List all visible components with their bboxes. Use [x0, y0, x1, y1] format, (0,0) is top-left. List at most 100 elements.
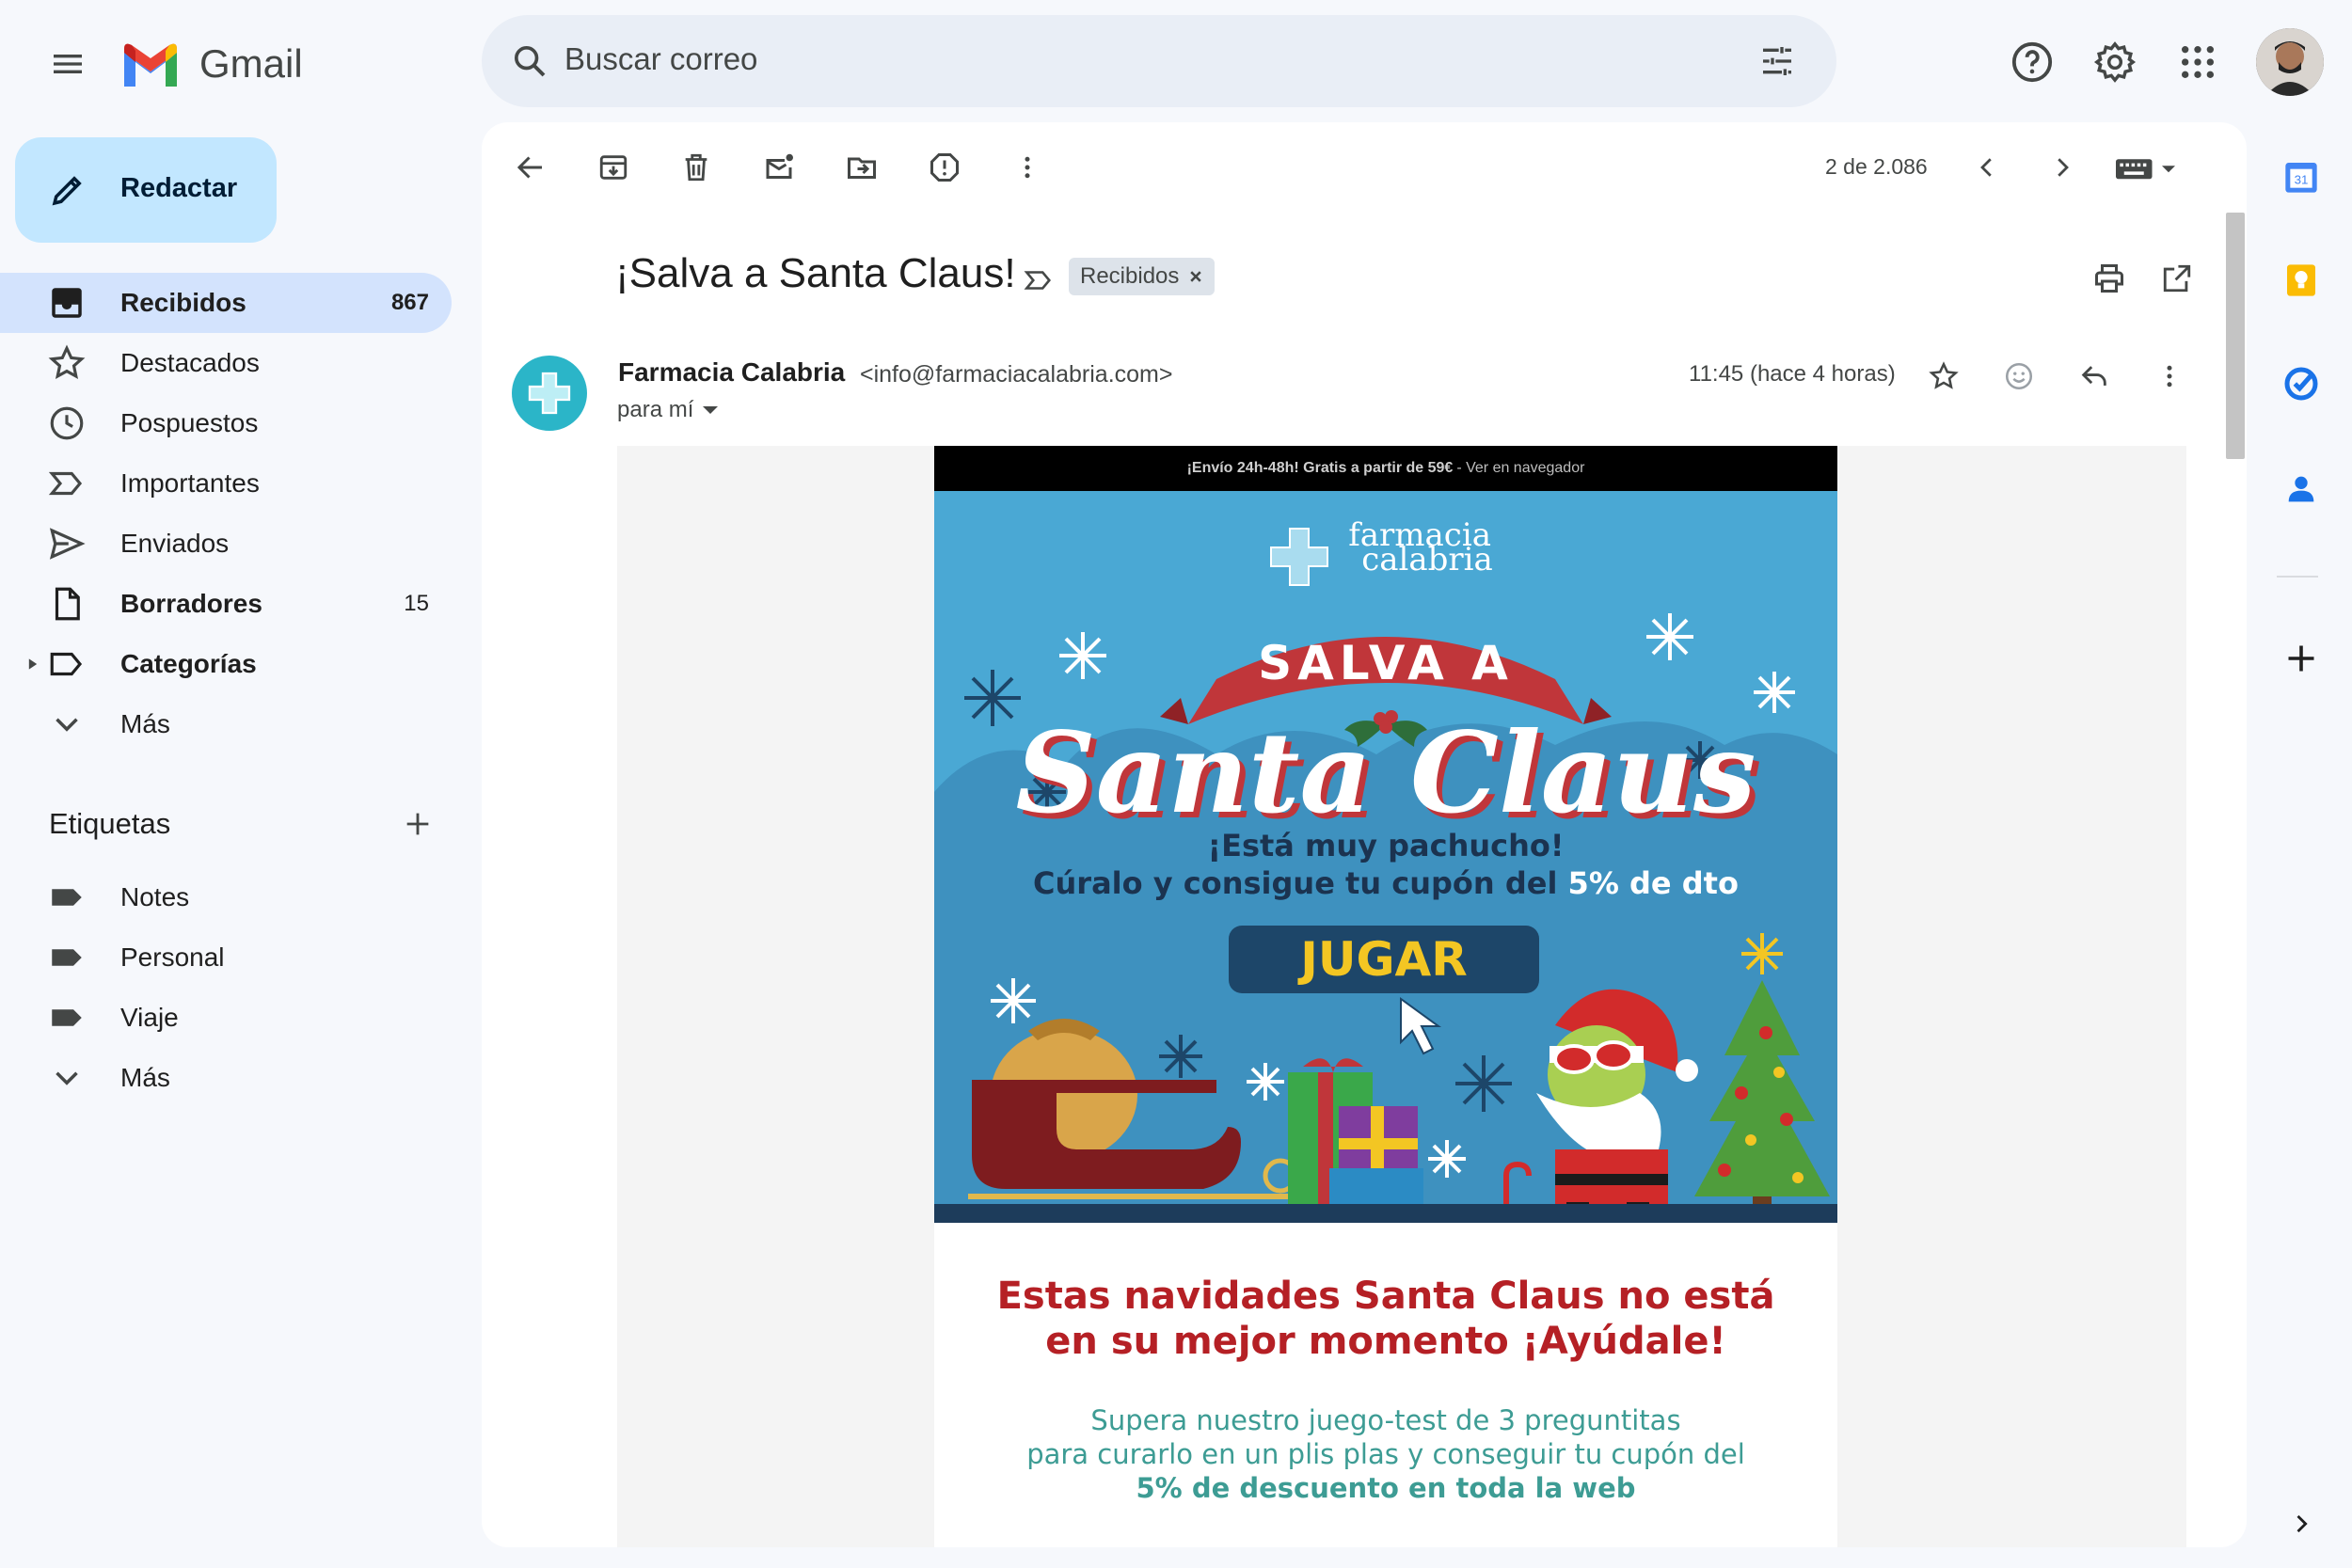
label-icon: [50, 652, 83, 676]
side-panel-divider: [2277, 576, 2318, 578]
message-scrollbar[interactable]: [2226, 213, 2245, 459]
plus-icon: [406, 813, 429, 835]
archive-button[interactable]: [589, 143, 638, 192]
email-heading-line-2: en su mejor momento ¡Ayúdale!: [1045, 1320, 1726, 1363]
tasks-app-button[interactable]: [2279, 361, 2324, 406]
back-arrow-icon: [516, 156, 542, 179]
sender-email: <info@farmaciacalabria.com>: [860, 361, 1173, 388]
star-button[interactable]: [1919, 352, 1968, 401]
delete-button[interactable]: [672, 143, 721, 192]
nav-count: 15: [404, 591, 429, 616]
input-tools-button[interactable]: [2109, 143, 2188, 192]
help-icon: [2011, 41, 2053, 83]
add-label-button[interactable]: [395, 801, 440, 847]
star-icon: [48, 344, 86, 380]
keep-app-button[interactable]: [2279, 258, 2324, 303]
email-subject: ¡Salva a Santa Claus!: [615, 250, 1016, 296]
nav-item-more[interactable]: Más: [0, 694, 452, 754]
chevron-down-icon: [56, 718, 78, 732]
nav-item-sent[interactable]: Enviados: [0, 514, 452, 574]
nav-label: Recibidos: [120, 288, 246, 317]
search-options-button[interactable]: [1752, 36, 1803, 87]
label-item-personal[interactable]: Personal: [0, 927, 452, 988]
nav-label: Borradores: [120, 589, 262, 618]
add-reaction-button[interactable]: [1994, 352, 2043, 401]
compose-button[interactable]: Redactar: [15, 137, 277, 243]
chevron-down-icon: [56, 1071, 78, 1085]
label-name: Notes: [120, 882, 190, 911]
search-bar[interactable]: Buscar correo: [482, 15, 1836, 107]
message-more-button[interactable]: [2145, 352, 2194, 401]
label-item-travel[interactable]: Viaje: [0, 988, 452, 1048]
calendar-icon: 31: [2285, 163, 2317, 193]
contacts-app-button[interactable]: [2279, 467, 2324, 512]
more-vert-icon: [1025, 156, 1030, 179]
main-menu-button[interactable]: [38, 34, 98, 94]
label-icon: [52, 949, 82, 966]
hide-side-panel-button[interactable]: [2279, 1501, 2324, 1546]
banner-text: SALVA A: [1258, 636, 1514, 690]
apps-button[interactable]: [2168, 32, 2228, 92]
gmail-logo[interactable]: Gmail: [120, 38, 303, 90]
nav-item-starred[interactable]: Destacados: [0, 333, 452, 393]
email-heading: Estas navidades Santa Claus no está en s…: [934, 1274, 1837, 1364]
pencil-icon: [45, 167, 90, 213]
older-button[interactable]: [2038, 143, 2087, 192]
email-paragraph-line-3: 5% de descuento en toda la web: [1136, 1472, 1636, 1504]
nav-item-snoozed[interactable]: Pospuestos: [0, 393, 452, 453]
calendar-app-button[interactable]: 31: [2279, 154, 2324, 199]
email-paragraph-line-1: Supera nuestro juego-test de 3 preguntit…: [1090, 1404, 1681, 1436]
nav-item-categories[interactable]: Categorías: [0, 634, 452, 694]
view-in-browser-link[interactable]: - Ver en navegador: [1456, 460, 1584, 477]
page-count: 2 de 2.086: [1825, 154, 1928, 179]
get-addons-button[interactable]: [2279, 636, 2324, 681]
help-button[interactable]: [2002, 32, 2062, 92]
newer-button[interactable]: [1963, 143, 2011, 192]
report-spam-button[interactable]: [920, 143, 969, 192]
preheader-shipping-text: ¡Envío 24h-48h! Gratis a partir de 59€: [1186, 460, 1454, 476]
play-button[interactable]: JUGAR: [1229, 926, 1539, 993]
label-icon: [52, 889, 82, 906]
print-button[interactable]: [2085, 254, 2134, 303]
importance-marker[interactable]: [1020, 261, 1057, 299]
nav-item-inbox[interactable]: Recibidos 867: [0, 273, 452, 333]
nav-item-important[interactable]: Importantes: [0, 453, 452, 514]
account-avatar[interactable]: [2256, 28, 2324, 96]
search-button[interactable]: [504, 36, 555, 87]
nav-label: Pospuestos: [120, 408, 259, 437]
important-icon: [48, 471, 83, 496]
gmail-m-icon: [124, 43, 177, 87]
hero-offer-text: Cúralo y consigue tu cupón del: [1033, 865, 1558, 901]
search-input[interactable]: Buscar correo: [564, 41, 757, 77]
hero-subtitle: ¡Está muy pachucho!: [1207, 828, 1565, 863]
label-item-more[interactable]: Más: [0, 1048, 452, 1108]
expand-arrow-icon[interactable]: [26, 657, 40, 671]
brand-line-2: calabria: [1361, 541, 1493, 578]
label-name: Personal: [120, 942, 225, 972]
chevron-right-icon: [2296, 1514, 2308, 1533]
keep-icon: [2287, 264, 2315, 296]
nav-label: Enviados: [120, 529, 230, 558]
mark-unread-button[interactable]: [755, 143, 803, 192]
label-item-notes[interactable]: Notes: [0, 867, 452, 927]
send-icon: [49, 528, 86, 560]
move-to-button[interactable]: [837, 143, 886, 192]
apps-icon: [2182, 46, 2214, 78]
more-actions-button[interactable]: [1003, 143, 1052, 192]
hero-title: Santa Claus: [1015, 707, 1756, 838]
recipient-details[interactable]: para mí: [617, 397, 720, 423]
settings-button[interactable]: [2085, 32, 2145, 92]
remove-label-icon[interactable]: [1188, 269, 1203, 284]
sender-avatar[interactable]: [512, 356, 587, 431]
nav-label: Importantes: [120, 468, 260, 498]
tasks-icon: [2284, 367, 2318, 401]
open-new-window-button[interactable]: [2153, 254, 2201, 303]
hero-offer-highlight: 5% de dto: [1567, 865, 1739, 901]
svg-text:31: 31: [2295, 173, 2309, 187]
hero-banner[interactable]: farmacia calabria SALVA A Santa Claus ¡E…: [934, 491, 1837, 1223]
sender-name[interactable]: Farmacia Calabria: [618, 357, 845, 388]
nav-item-drafts[interactable]: Borradores 15: [0, 574, 452, 634]
compose-label: Redactar: [120, 173, 238, 203]
reply-button[interactable]: [2070, 352, 2119, 401]
back-button[interactable]: [506, 143, 555, 192]
